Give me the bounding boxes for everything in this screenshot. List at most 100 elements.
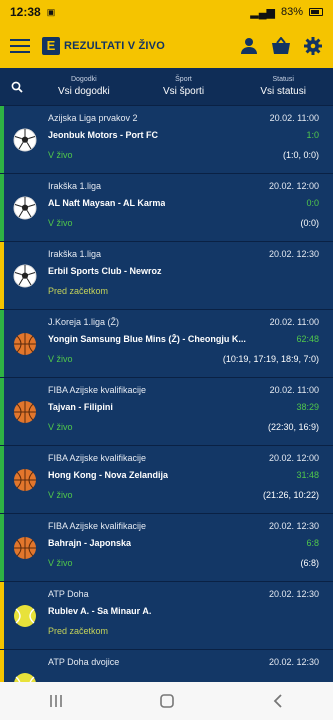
match-detail: (0:0) xyxy=(300,218,319,228)
match-teams: Hong Kong - Nova Zelandija xyxy=(48,470,169,480)
back-icon[interactable] xyxy=(258,686,298,716)
match-date: 20.02. 11:00 xyxy=(269,385,319,395)
match-detail: (6:8) xyxy=(300,558,319,568)
live-stripe xyxy=(0,378,4,445)
match-competition: Irakška 1.liga xyxy=(48,181,102,191)
search-icon[interactable] xyxy=(0,81,34,93)
match-date: 20.02. 12:30 xyxy=(268,657,319,667)
match-score: 1:0 xyxy=(306,130,319,140)
match-date: 20.02. 11:00 xyxy=(269,317,319,327)
match-status: V živo xyxy=(48,218,73,228)
signal-icon: ▂▄▆ xyxy=(250,6,275,19)
match-row[interactable]: FIBA Azijske kvalifikacije 20.02. 11:00 … xyxy=(0,378,333,446)
filter-caption: Dogodki xyxy=(70,75,97,83)
match-date: 20.02. 12:30 xyxy=(268,521,319,531)
settings-icon[interactable] xyxy=(303,36,323,56)
match-detail: (21:26, 10:22) xyxy=(262,490,319,500)
basketball-icon xyxy=(13,536,37,560)
match-score: 6:8 xyxy=(306,538,319,548)
filter-events[interactable]: Dogodki Vsi dogodki xyxy=(34,75,134,99)
match-detail: (1:0, 0:0) xyxy=(282,150,319,160)
pre-match-stripe xyxy=(0,650,4,682)
recent-apps-icon[interactable] xyxy=(36,686,76,716)
football-icon xyxy=(13,196,37,220)
basketball-icon xyxy=(13,400,37,424)
pre-match-stripe xyxy=(0,582,4,649)
live-stripe xyxy=(0,310,4,377)
match-teams: Jeonbuk Motors - Port FC xyxy=(48,130,158,140)
basketball-icon xyxy=(13,332,37,356)
status-time: 12:38 xyxy=(10,5,41,19)
match-date: 20.02. 11:00 xyxy=(269,113,319,123)
basket-icon[interactable] xyxy=(271,36,291,56)
match-date: 20.02. 12:30 xyxy=(268,589,319,599)
match-list: Azijska Liga prvakov 2 20.02. 11:00 Jeon… xyxy=(0,106,333,682)
match-competition: Irakška 1.liga xyxy=(48,249,102,259)
filter-value: Vsi športi xyxy=(162,85,205,97)
tennis-ball-icon xyxy=(13,672,37,682)
match-teams: Rublev A. - Sa Minaur A. xyxy=(48,606,152,616)
tennis-ball-icon xyxy=(13,604,37,628)
match-row[interactable]: ATP Doha 20.02. 12:30 Rublev A. - Sa Min… xyxy=(0,582,333,650)
app-bar: E REZULTATI V ŽIVO xyxy=(0,24,333,68)
filter-caption: Statusi xyxy=(272,75,294,83)
match-row[interactable]: FIBA Azijske kvalifikacije 20.02. 12:30 … xyxy=(0,514,333,582)
system-nav-bar xyxy=(0,682,333,720)
match-competition: FIBA Azijske kvalifikacije xyxy=(48,385,147,395)
match-competition: J.Koreja 1.liga (Ž) xyxy=(48,317,120,327)
match-status: Pred začetkom xyxy=(48,286,109,296)
match-teams: AL Naft Maysan - AL Karma xyxy=(48,198,166,208)
match-competition: FIBA Azijske kvalifikacije xyxy=(48,521,147,531)
live-stripe xyxy=(0,514,4,581)
match-score: 31:48 xyxy=(296,470,319,480)
match-row[interactable]: J.Koreja 1.liga (Ž) 20.02. 11:00 Yongin … xyxy=(0,310,333,378)
match-row[interactable]: ATP Doha dvojice 20.02. 12:30 xyxy=(0,650,333,682)
match-teams: Bahrajn - Japonska xyxy=(48,538,132,548)
match-teams: Tajvan - Filipini xyxy=(48,402,113,412)
match-status: Pred začetkom xyxy=(48,626,109,636)
match-date: 20.02. 12:00 xyxy=(268,181,319,191)
filter-bar: Dogodki Vsi dogodki Šport Vsi športi Sta… xyxy=(0,68,333,106)
match-row[interactable]: Irakška 1.liga 20.02. 12:00 AL Naft Mays… xyxy=(0,174,333,242)
match-teams: Erbil Sports Club - Newroz xyxy=(48,266,162,276)
match-score: 62:48 xyxy=(296,334,319,344)
match-row[interactable]: Irakška 1.liga 20.02. 12:30 Erbil Sports… xyxy=(0,242,333,310)
filter-value: Vsi statusi xyxy=(260,85,306,97)
match-score: 38:29 xyxy=(296,402,319,412)
match-score: 0:0 xyxy=(306,198,319,208)
match-row[interactable]: Azijska Liga prvakov 2 20.02. 11:00 Jeon… xyxy=(0,106,333,174)
basketball-icon xyxy=(13,468,37,492)
battery-text: 83% xyxy=(280,6,303,18)
match-competition: ATP Doha dvojice xyxy=(48,657,120,667)
football-icon xyxy=(13,264,37,288)
match-competition: Azijska Liga prvakov 2 xyxy=(48,113,138,123)
match-row[interactable]: FIBA Azijske kvalifikacije 20.02. 12:00 … xyxy=(0,446,333,514)
profile-icon[interactable] xyxy=(239,36,259,56)
match-competition: ATP Doha xyxy=(48,589,89,599)
live-stripe xyxy=(0,446,4,513)
filter-caption: Šport xyxy=(175,75,192,83)
filter-value: Vsi dogodki xyxy=(57,85,110,97)
status-bar: 12:38 ▣ ▂▄▆ 83% xyxy=(0,0,333,24)
menu-icon[interactable] xyxy=(10,39,30,53)
logo-mark: E xyxy=(42,37,60,55)
battery-icon xyxy=(309,8,323,16)
pre-match-stripe xyxy=(0,242,4,309)
notification-icons: ▣ xyxy=(47,7,56,18)
match-competition: FIBA Azijske kvalifikacije xyxy=(48,453,147,463)
live-stripe xyxy=(0,174,4,241)
match-status: V živo xyxy=(48,558,73,568)
match-status: V živo xyxy=(48,490,73,500)
match-status: V živo xyxy=(48,422,73,432)
match-detail: (10:19, 17:19, 18:9, 7:0) xyxy=(222,354,319,364)
app-logo: E REZULTATI V ŽIVO xyxy=(42,37,165,55)
filter-sports[interactable]: Šport Vsi športi xyxy=(134,75,234,99)
logo-text: REZULTATI V ŽIVO xyxy=(64,40,165,52)
match-status: V živo xyxy=(48,354,73,364)
filter-statuses[interactable]: Statusi Vsi statusi xyxy=(233,75,333,99)
home-icon[interactable] xyxy=(147,686,187,716)
status-right: ▂▄▆ 83% xyxy=(250,6,323,19)
match-detail: (22:30, 16:9) xyxy=(267,422,319,432)
match-status: V živo xyxy=(48,150,73,160)
match-teams: Yongin Samsung Blue Mins (Ž) - Cheongju … xyxy=(48,334,246,344)
